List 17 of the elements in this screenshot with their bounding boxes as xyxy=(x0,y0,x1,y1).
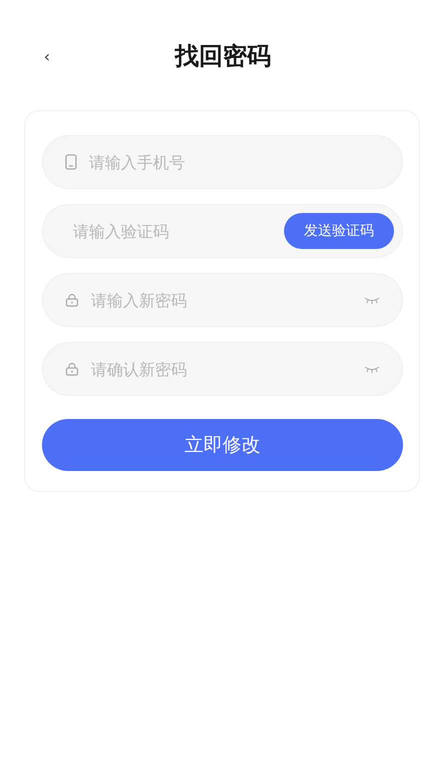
input-field[interactable]: 请输入验证码 发送验证码 xyxy=(42,204,403,258)
submit-button[interactable]: 立即修改 xyxy=(42,419,403,471)
lock-icon xyxy=(65,362,79,376)
page-title: 找回密码 xyxy=(175,41,271,72)
lock-icon xyxy=(65,293,79,307)
text-input[interactable]: 请确认新密码 xyxy=(91,360,352,378)
input-field[interactable]: 请输入新密码 xyxy=(42,273,403,327)
closed-eye-icon[interactable] xyxy=(364,296,380,304)
phone-icon xyxy=(65,154,77,170)
input-field[interactable]: 请输入手机号 xyxy=(42,135,403,189)
send-code-button[interactable]: 发送验证码 xyxy=(284,213,394,249)
text-input[interactable]: 请输入新密码 xyxy=(91,290,352,310)
closed-eye-icon[interactable] xyxy=(364,365,380,373)
text-input[interactable]: 请输入手机号 xyxy=(89,152,380,172)
input-field[interactable]: 请确认新密码 xyxy=(42,342,403,396)
back-button[interactable]: ‹ xyxy=(36,44,58,68)
text-input[interactable]: 请输入验证码 xyxy=(73,222,272,240)
